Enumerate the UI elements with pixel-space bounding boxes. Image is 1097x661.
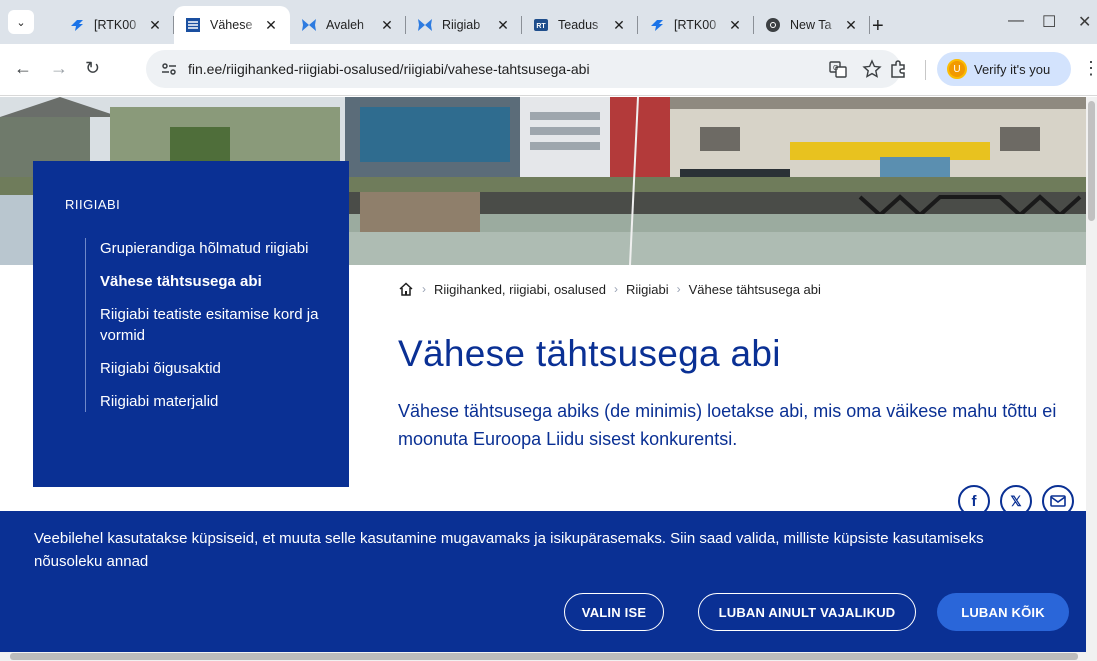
browser-tab[interactable]: [RTK00 ✕ — [58, 6, 174, 44]
tab-title: Avaleh — [326, 18, 364, 32]
site-settings-icon[interactable] — [161, 61, 177, 77]
cookie-consent-banner: Veebilehel kasutatakse küpsiseid, et muu… — [0, 511, 1086, 652]
svg-text:RT: RT — [536, 23, 546, 30]
new-tab-button[interactable]: + — [872, 16, 884, 36]
page-title: Vähese tähtsusega abi — [398, 333, 781, 374]
rtk-icon — [68, 16, 86, 34]
browser-tab[interactable]: New Ta ✕ — [754, 6, 870, 44]
browser-tab-strip: ⌄ [RTK00 ✕ Vähese ✕ Avaleh ✕ Riigiab ✕ R… — [0, 0, 1097, 44]
vertical-scrollbar-thumb[interactable] — [1088, 101, 1095, 221]
close-icon[interactable]: ✕ — [146, 17, 164, 34]
browser-tab[interactable]: Avaleh ✕ — [290, 6, 406, 44]
rtk-icon — [648, 16, 666, 34]
rt-icon: RT — [532, 16, 550, 34]
close-icon[interactable]: ✕ — [494, 17, 512, 34]
section-nav-heading: RIIGIABI — [65, 197, 121, 212]
browser-tab[interactable]: Riigiab ✕ — [406, 6, 522, 44]
translate-icon[interactable]: G — [828, 59, 848, 79]
page-lead: Vähese tähtsusega abiks (de minimis) loe… — [398, 401, 1057, 449]
choose-cookies-button[interactable]: VALIN ISE — [564, 593, 664, 631]
section-nav-list: Grupierandiga hõlmatud riigiabi Vähese t… — [85, 238, 349, 412]
nav-item-vahese-tahtsusega-abi[interactable]: Vähese tähtsusega abi — [100, 271, 320, 292]
tab-title: [RTK00 — [94, 18, 137, 32]
chevron-down-icon: ⌄ — [16, 16, 26, 29]
butterfly-icon — [416, 16, 434, 34]
browser-tab[interactable]: RT Teadus ✕ — [522, 6, 638, 44]
close-icon[interactable]: ✕ — [262, 17, 280, 34]
nav-item-teatiste-esitamine[interactable]: Riigiabi teatiste esitamise kord ja vorm… — [100, 304, 320, 346]
breadcrumb-link[interactable]: Riigihanked, riigiabi, osalused — [434, 282, 606, 297]
browser-tab[interactable]: [RTK00 ✕ — [638, 6, 754, 44]
svg-text:G: G — [833, 65, 838, 72]
necessary-only-button[interactable]: LUBAN AINULT VAJALIKUD — [698, 593, 916, 631]
address-toolbar: ← → ↻ fin.ee/riigihanked-riigiabi-osalus… — [0, 44, 1097, 96]
tab-title: New Ta — [790, 18, 832, 32]
home-icon[interactable] — [398, 281, 414, 297]
tab-divider — [869, 16, 870, 34]
window-close-icon[interactable]: ✕ — [1078, 12, 1091, 32]
butterfly-icon — [300, 16, 318, 34]
close-icon[interactable]: ✕ — [610, 17, 628, 34]
omnibox[interactable]: fin.ee/riigihanked-riigiabi-osalused/rii… — [146, 50, 901, 88]
browser-tab-active[interactable]: Vähese ✕ — [174, 6, 290, 44]
close-icon[interactable]: ✕ — [842, 17, 860, 34]
tab-title: Riigiab — [442, 18, 481, 32]
extensions-puzzle-icon[interactable] — [888, 59, 908, 79]
nav-item-materjalid[interactable]: Riigiabi materjalid — [100, 391, 320, 412]
chrome-icon — [764, 16, 782, 34]
tab-list: [RTK00 ✕ Vähese ✕ Avaleh ✕ Riigiab ✕ RT … — [58, 6, 870, 44]
tab-title: [RTK00 — [674, 18, 717, 32]
breadcrumb-link[interactable]: Riigiabi — [626, 282, 669, 297]
accept-all-button[interactable]: LUBAN KÕIK — [937, 593, 1069, 631]
breadcrumb-separator-icon: › — [614, 282, 618, 296]
tab-title: Teadus — [558, 18, 599, 32]
bookmark-star-icon[interactable] — [862, 59, 882, 79]
toolbar-divider — [925, 60, 926, 80]
close-icon[interactable]: ✕ — [726, 17, 744, 34]
breadcrumb-separator-icon: › — [422, 282, 426, 296]
section-navigation: RIIGIABI Grupierandiga hõlmatud riigiabi… — [33, 161, 349, 487]
reload-icon[interactable]: ↻ — [85, 58, 100, 79]
maximize-icon[interactable]: ☐ — [1042, 12, 1056, 32]
profile-avatar-icon: U — [947, 59, 967, 79]
horizontal-scrollbar-thumb[interactable] — [10, 653, 1078, 660]
forward-arrow-icon[interactable]: → — [50, 58, 68, 79]
tab-title: Vähese — [210, 18, 253, 32]
breadcrumb: › Riigihanked, riigiabi, osalused › Riig… — [398, 281, 821, 297]
back-arrow-icon[interactable]: ← — [14, 58, 32, 79]
minimize-icon[interactable]: — — [1008, 12, 1024, 30]
nav-item-oigusaktid[interactable]: Riigiabi õigusaktid — [100, 358, 320, 379]
browser-menu-icon[interactable]: ⋮ — [1082, 58, 1097, 79]
breadcrumb-separator-icon: › — [676, 282, 681, 296]
verify-profile-button[interactable]: U Verify it's you — [937, 52, 1071, 86]
tab-search-button[interactable]: ⌄ — [8, 10, 34, 34]
cookie-consent-text: Veebilehel kasutatakse küpsiseid, et muu… — [34, 530, 984, 570]
nav-item-grupierandiga[interactable]: Grupierandiga hõlmatud riigiabi — [100, 238, 320, 259]
close-icon[interactable]: ✕ — [378, 17, 396, 34]
fin-crest-icon — [184, 16, 202, 34]
verify-label: Verify it's you — [974, 61, 1051, 77]
breadcrumb-current: Vähese tähtsusega abi — [688, 281, 821, 297]
url-text[interactable]: fin.ee/riigihanked-riigiabi-osalused/rii… — [188, 61, 590, 77]
